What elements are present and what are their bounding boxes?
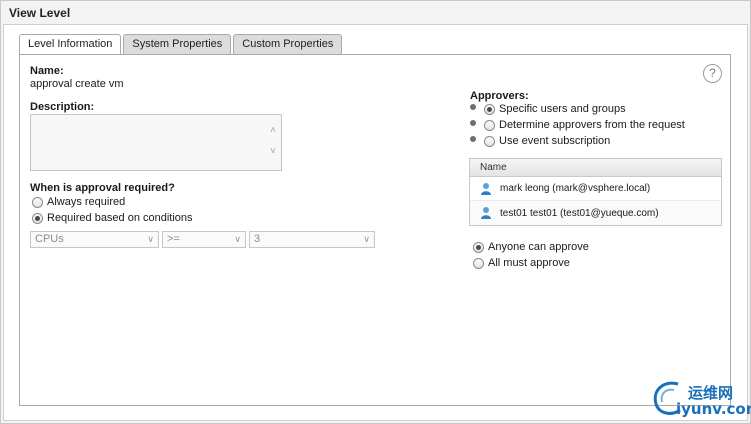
window-title: View Level bbox=[9, 6, 71, 20]
condition-field-value: CPUs bbox=[35, 233, 64, 245]
approvers-label: Approvers: bbox=[470, 90, 529, 102]
condition-field-select[interactable]: CPUs ∨ bbox=[30, 231, 159, 248]
condition-value: 3 bbox=[254, 233, 261, 245]
user-icon bbox=[480, 206, 492, 220]
user-icon bbox=[480, 182, 492, 196]
specific-users-option[interactable]: Specific users and groups bbox=[470, 103, 626, 115]
chevron-down-icon: ∨ bbox=[363, 234, 370, 244]
scroll-up-icon[interactable]: ˄ bbox=[268, 126, 278, 136]
name-label: Name: bbox=[30, 65, 64, 77]
conditional-required-label: Required based on conditions bbox=[47, 212, 193, 224]
watermark-domain: iyunv.com bbox=[676, 400, 751, 418]
scroll-down-icon[interactable]: ˅ bbox=[268, 147, 278, 157]
radio-checked-icon[interactable] bbox=[484, 103, 495, 115]
determine-approvers-label: Determine approvers from the request bbox=[499, 119, 685, 131]
condition-value-select[interactable]: 3 ∨ bbox=[249, 231, 375, 248]
radio-checked-icon[interactable] bbox=[32, 212, 43, 224]
approver-name: test01 test01 (test01@yueque.com) bbox=[500, 207, 659, 219]
required-marker-icon bbox=[470, 120, 476, 126]
required-marker-icon bbox=[470, 104, 476, 110]
name-value: approval create vm bbox=[30, 78, 124, 90]
always-required-option[interactable]: Always required bbox=[32, 196, 125, 208]
radio-checked-icon[interactable] bbox=[473, 241, 484, 253]
help-icon[interactable]: ? bbox=[703, 64, 722, 83]
anyone-can-approve-option[interactable]: Anyone can approve bbox=[473, 241, 589, 253]
all-must-approve-option[interactable]: All must approve bbox=[473, 257, 570, 269]
approver-name: mark leong (mark@vsphere.local) bbox=[500, 183, 651, 194]
specific-users-label: Specific users and groups bbox=[499, 103, 626, 115]
all-must-approve-label: All must approve bbox=[488, 257, 570, 269]
always-required-label: Always required bbox=[47, 196, 126, 208]
description-label: Description: bbox=[30, 101, 95, 113]
radio-icon[interactable] bbox=[32, 196, 43, 208]
required-marker-icon bbox=[470, 136, 476, 142]
anyone-can-approve-label: Anyone can approve bbox=[488, 241, 589, 253]
tab-level-information[interactable]: Level Information bbox=[19, 34, 122, 55]
tab-custom-properties[interactable]: Custom Properties bbox=[233, 34, 343, 54]
level-information-panel: Name: approval create vm Description: ˄ … bbox=[19, 54, 731, 406]
table-row[interactable]: test01 test01 (test01@yueque.com) bbox=[470, 201, 721, 225]
tab-system-properties[interactable]: System Properties bbox=[123, 34, 232, 54]
event-subscription-option[interactable]: Use event subscription bbox=[470, 135, 610, 147]
conditional-required-option[interactable]: Required based on conditions bbox=[32, 212, 193, 224]
table-header-name[interactable]: Name bbox=[470, 159, 721, 177]
watermark-logo: 运维网 iyunv.com bbox=[650, 378, 751, 422]
chevron-down-icon: ∨ bbox=[147, 234, 154, 244]
determine-approvers-option[interactable]: Determine approvers from the request bbox=[470, 119, 685, 131]
condition-operator-select[interactable]: >= ∨ bbox=[162, 231, 246, 248]
radio-icon[interactable] bbox=[484, 135, 495, 147]
radio-icon[interactable] bbox=[484, 119, 495, 131]
tab-bar: Level Information System Properties Cust… bbox=[19, 34, 343, 55]
chevron-down-icon: ∨ bbox=[234, 234, 241, 244]
approvers-table: Name mark leong (mark@vsphere.local) tes… bbox=[469, 158, 722, 226]
condition-operator-value: >= bbox=[167, 233, 180, 245]
radio-icon[interactable] bbox=[473, 257, 484, 269]
approval-required-label: When is approval required? bbox=[30, 182, 175, 194]
event-subscription-label: Use event subscription bbox=[499, 135, 611, 147]
description-field[interactable]: ˄ ˅ bbox=[30, 114, 282, 171]
table-row[interactable]: mark leong (mark@vsphere.local) bbox=[470, 177, 721, 201]
